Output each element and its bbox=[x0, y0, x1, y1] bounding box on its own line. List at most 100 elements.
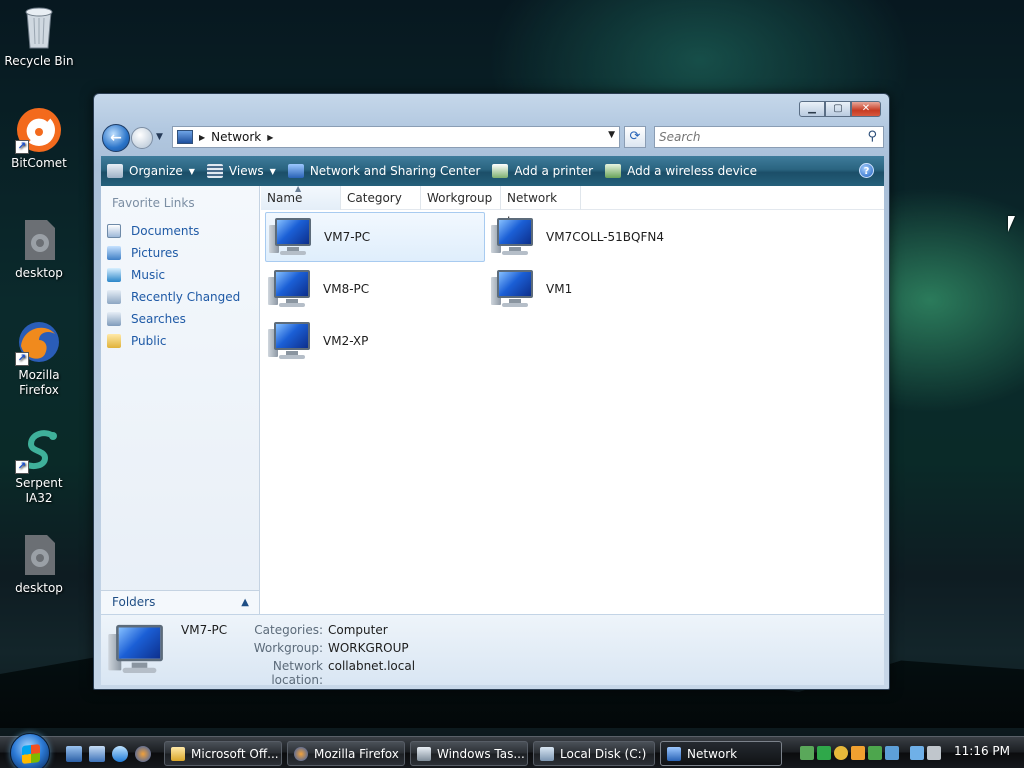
address-bar[interactable]: ▶ Network ▶ ▼ bbox=[172, 126, 620, 148]
organize-button[interactable]: Organize ▼ bbox=[101, 156, 201, 186]
gear-file-icon bbox=[15, 216, 63, 264]
breadcrumb-network[interactable]: Network bbox=[211, 130, 261, 144]
back-arrow-icon: ← bbox=[110, 130, 122, 146]
office-folder-icon bbox=[171, 746, 185, 761]
add-wireless-device-button[interactable]: Add a wireless device bbox=[599, 156, 763, 186]
tray-app-icon[interactable] bbox=[868, 746, 882, 760]
breadcrumb-arrow-icon[interactable]: ▶ bbox=[199, 133, 205, 142]
favorite-link-documents[interactable]: Documents bbox=[107, 220, 240, 242]
chevron-down-icon: ▼ bbox=[269, 166, 276, 176]
help-icon[interactable]: ? bbox=[859, 163, 874, 178]
favorite-link-label: Searches bbox=[131, 312, 186, 326]
clock[interactable]: 11:16 PM bbox=[954, 744, 1010, 758]
refresh-button[interactable]: ⟳ bbox=[624, 126, 646, 148]
network-computer-item[interactable]: VM1 bbox=[488, 264, 708, 314]
breadcrumb-arrow-icon[interactable]: ▶ bbox=[267, 133, 273, 142]
details-computer-name: VM7-PC bbox=[181, 623, 228, 637]
network-computer-item[interactable]: VM2-XP bbox=[265, 316, 485, 366]
search-icon[interactable]: ⚲ bbox=[867, 129, 877, 144]
taskbar-button-firefox[interactable]: Mozilla Firefox bbox=[287, 741, 405, 766]
taskbar-button-local-disk[interactable]: Local Disk (C:) bbox=[533, 741, 655, 766]
minimize-button[interactable]: ▁ bbox=[799, 101, 825, 117]
column-header-workgroup[interactable]: Workgroup bbox=[421, 186, 501, 210]
back-button[interactable]: ← bbox=[102, 124, 130, 152]
maximize-button[interactable]: ▢ bbox=[825, 101, 851, 117]
taskbar-button-microsoft-office[interactable]: Microsoft Off... bbox=[164, 741, 282, 766]
network-sharing-icon bbox=[287, 164, 304, 178]
views-icon bbox=[206, 164, 223, 178]
sort-ascending-icon: ▲ bbox=[295, 184, 302, 193]
add-printer-button[interactable]: Add a printer bbox=[486, 156, 599, 186]
address-dropdown-icon[interactable]: ▼ bbox=[608, 130, 615, 140]
favorite-link-label: Documents bbox=[131, 224, 200, 238]
search-box[interactable]: ⚲ bbox=[654, 126, 884, 148]
serpent-icon: ↗ bbox=[15, 426, 63, 474]
tray-app-icon[interactable] bbox=[800, 746, 814, 760]
folders-toggle[interactable]: Folders ▲ bbox=[101, 590, 259, 614]
details-key: Categories: bbox=[254, 623, 323, 637]
favorite-link-recently-changed[interactable]: Recently Changed bbox=[107, 286, 240, 308]
chevron-up-icon: ▲ bbox=[241, 597, 249, 608]
favorite-link-music[interactable]: Music bbox=[107, 264, 240, 286]
details-value: Computer bbox=[328, 623, 388, 637]
details-key: Network location: bbox=[271, 659, 323, 687]
public-folder-icon bbox=[107, 334, 121, 348]
taskbar-button-task-manager[interactable]: Windows Tas... bbox=[410, 741, 528, 766]
bitcomet-icon: ↗ bbox=[15, 106, 63, 154]
internet-explorer-icon[interactable] bbox=[112, 746, 128, 762]
tray-app-icon[interactable] bbox=[885, 746, 899, 760]
switch-windows-icon[interactable] bbox=[89, 746, 105, 762]
desktop-icon-bitcomet[interactable]: ↗ BitComet bbox=[1, 106, 77, 171]
desktop-icon-desktop-1[interactable]: desktop bbox=[1, 216, 77, 281]
tray-app-icon[interactable] bbox=[817, 746, 831, 760]
network-status-icon[interactable] bbox=[910, 746, 924, 760]
recently-changed-icon bbox=[107, 290, 121, 304]
desktop-icon-label: BitComet bbox=[11, 156, 67, 170]
firefox-icon[interactable] bbox=[135, 746, 151, 762]
network-sharing-center-button[interactable]: Network and Sharing Center bbox=[282, 156, 487, 186]
close-button[interactable]: ✕ bbox=[851, 101, 881, 117]
column-header-network-location[interactable]: Network lo... bbox=[501, 186, 581, 229]
computer-icon bbox=[490, 267, 540, 311]
taskbar-button-network[interactable]: Network bbox=[660, 741, 782, 766]
desktop-icon-serpent[interactable]: ↗ Serpent IA32 bbox=[1, 426, 77, 506]
network-computer-item[interactable]: VM8-PC bbox=[265, 264, 485, 314]
desktop-icon-recycle-bin[interactable]: Recycle Bin bbox=[1, 4, 77, 69]
favorite-link-public[interactable]: Public bbox=[107, 330, 240, 352]
favorite-link-pictures[interactable]: Pictures bbox=[107, 242, 240, 264]
views-button[interactable]: Views ▼ bbox=[201, 156, 282, 186]
volume-muted-icon[interactable] bbox=[927, 746, 941, 760]
firefox-icon bbox=[294, 746, 308, 761]
recent-pages-dropdown[interactable]: ▼ bbox=[156, 132, 163, 142]
security-shield-icon[interactable] bbox=[851, 746, 865, 760]
searches-icon bbox=[107, 312, 121, 326]
computer-icon bbox=[107, 621, 172, 678]
column-header-label: Workgroup bbox=[427, 191, 493, 205]
taskbar: Microsoft Off... Mozilla Firefox Windows… bbox=[0, 733, 1024, 768]
shortcut-arrow-icon: ↗ bbox=[15, 140, 29, 154]
desktop-icon-desktop-2[interactable]: desktop bbox=[1, 531, 77, 596]
details-properties: Categories: Computer Workgroup: WORKGROUP … bbox=[231, 623, 531, 687]
favorite-links-list: Documents Pictures Music Recently Change… bbox=[107, 220, 240, 352]
show-desktop-icon[interactable] bbox=[66, 746, 82, 762]
windows-logo-icon bbox=[22, 744, 40, 764]
documents-icon bbox=[107, 224, 121, 238]
views-label: Views bbox=[228, 164, 264, 178]
network-explorer-window: ▁ ▢ ✕ ← ▼ ▶ Network ▶ ▼ ⟳ ⚲ Organize ▼ V… bbox=[93, 93, 890, 690]
favorite-link-searches[interactable]: Searches bbox=[107, 308, 240, 330]
printer-icon bbox=[492, 164, 509, 178]
column-header-name[interactable]: ▲ Name bbox=[261, 184, 341, 210]
details-row: Categories: Computer bbox=[231, 623, 531, 641]
pictures-icon bbox=[107, 246, 121, 260]
favorite-links-title: Favorite Links bbox=[112, 196, 195, 210]
desktop-icon-firefox[interactable]: ↗ Mozilla Firefox bbox=[1, 318, 77, 398]
column-header-category[interactable]: Category bbox=[341, 186, 421, 210]
search-input[interactable] bbox=[655, 127, 855, 147]
tray-app-icon[interactable] bbox=[834, 746, 848, 760]
network-computer-item[interactable]: VM7COLL-51BQFN4 bbox=[488, 212, 708, 262]
start-button[interactable] bbox=[10, 733, 50, 768]
network-icon bbox=[177, 130, 193, 144]
forward-button[interactable] bbox=[131, 127, 153, 149]
network-computer-item[interactable]: VM7-PC bbox=[265, 212, 485, 262]
recycle-bin-icon bbox=[15, 4, 63, 52]
